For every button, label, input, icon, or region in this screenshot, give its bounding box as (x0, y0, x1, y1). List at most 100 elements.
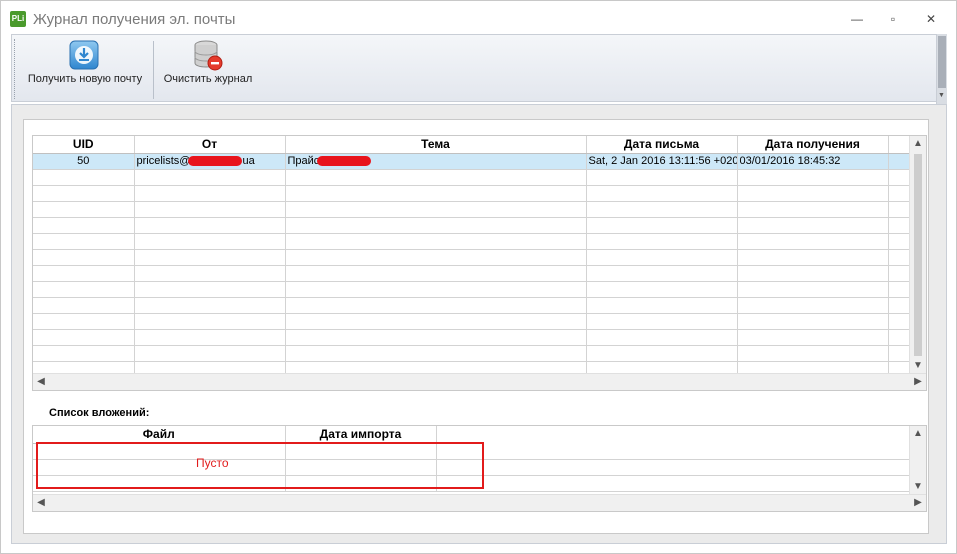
table-cell[interactable] (737, 233, 889, 250)
table-cell[interactable] (134, 217, 286, 234)
table-row[interactable]: 50 pricelists@ ua Прайс Sat, 2 Jan 2016 1… (33, 153, 911, 170)
table-cell[interactable] (134, 297, 286, 314)
scroll-up-icon[interactable]: ▲ (910, 426, 926, 442)
toolbar-scroll-thumb[interactable] (938, 36, 946, 88)
column-header-subject[interactable]: Тема (285, 136, 587, 154)
clear-log-button[interactable]: Очистить журнал (158, 35, 258, 101)
cell-subject[interactable]: Прайс (285, 153, 587, 170)
mail-grid-hscroll[interactable]: ◀ ▶ (33, 373, 926, 390)
table-row[interactable] (33, 233, 911, 250)
table-cell[interactable] (285, 217, 587, 234)
table-cell[interactable] (737, 329, 889, 346)
table-row[interactable] (33, 217, 911, 234)
column-header-uid[interactable]: UID (33, 136, 135, 154)
scroll-right-icon[interactable]: ▶ (910, 495, 926, 511)
get-new-mail-button[interactable]: Получить новую почту (20, 35, 150, 101)
table-cell[interactable] (285, 345, 587, 362)
table-cell[interactable] (33, 169, 135, 186)
table-cell[interactable] (586, 345, 738, 362)
table-cell[interactable] (134, 185, 286, 202)
column-header-mail-date[interactable]: Дата письма (586, 136, 738, 154)
table-cell[interactable] (134, 329, 286, 346)
table-cell[interactable] (737, 265, 889, 282)
cell-uid[interactable]: 50 (33, 153, 135, 170)
table-row[interactable] (33, 297, 911, 314)
column-header-received-date[interactable]: Дата получения (737, 136, 889, 154)
scroll-down-icon[interactable]: ▼ (910, 479, 926, 495)
table-cell[interactable] (285, 249, 587, 266)
table-cell[interactable] (134, 249, 286, 266)
table-cell[interactable] (586, 329, 738, 346)
table-cell[interactable] (33, 329, 135, 346)
table-row[interactable] (33, 249, 911, 266)
toolbar-scroll-down-icon[interactable]: ▼ (938, 92, 945, 99)
table-cell[interactable] (586, 233, 738, 250)
column-header-file[interactable]: Файл (33, 426, 286, 444)
table-row[interactable] (33, 185, 911, 202)
cell-mail-date[interactable]: Sat, 2 Jan 2016 13:11:56 +0200 (586, 153, 738, 170)
table-cell[interactable] (134, 265, 286, 282)
table-cell[interactable] (285, 201, 587, 218)
table-cell[interactable] (33, 265, 135, 282)
table-row[interactable] (33, 329, 911, 346)
table-cell[interactable] (285, 297, 587, 314)
table-cell[interactable] (285, 185, 587, 202)
table-cell[interactable] (285, 329, 587, 346)
table-cell[interactable] (737, 281, 889, 298)
table-cell[interactable] (134, 313, 286, 330)
table-cell[interactable] (737, 185, 889, 202)
table-cell[interactable] (33, 233, 135, 250)
table-cell[interactable] (586, 169, 738, 186)
scroll-up-icon[interactable]: ▲ (910, 136, 926, 152)
scroll-left-icon[interactable]: ◀ (33, 374, 49, 390)
table-cell[interactable] (586, 265, 738, 282)
table-cell[interactable] (586, 201, 738, 218)
mail-grid-vscroll[interactable]: ▲ ▼ (909, 136, 926, 374)
table-cell[interactable] (33, 185, 135, 202)
attachments-hscroll[interactable]: ◀ ▶ (33, 494, 926, 511)
table-cell[interactable] (586, 217, 738, 234)
maximize-button[interactable]: ▫ (885, 12, 901, 26)
table-cell[interactable] (737, 345, 889, 362)
table-cell[interactable] (134, 281, 286, 298)
table-cell[interactable] (586, 313, 738, 330)
table-cell[interactable] (134, 169, 286, 186)
table-cell[interactable] (737, 169, 889, 186)
table-row[interactable] (33, 313, 911, 330)
table-cell[interactable] (737, 217, 889, 234)
table-row[interactable] (33, 281, 911, 298)
minimize-button[interactable]: — (849, 12, 865, 26)
table-cell[interactable] (33, 201, 135, 218)
column-header-from[interactable]: От (134, 136, 286, 154)
table-cell[interactable] (737, 297, 889, 314)
cell-received-date[interactable]: 03/01/2016 18:45:32 (737, 153, 889, 170)
table-cell[interactable] (737, 249, 889, 266)
table-cell[interactable] (285, 313, 587, 330)
table-cell[interactable] (586, 281, 738, 298)
table-row[interactable] (33, 169, 911, 186)
table-cell[interactable] (33, 217, 135, 234)
cell-from[interactable]: pricelists@ ua (134, 153, 286, 170)
table-cell[interactable] (737, 313, 889, 330)
scroll-left-icon[interactable]: ◀ (33, 495, 49, 511)
table-cell[interactable] (33, 313, 135, 330)
table-cell[interactable] (586, 185, 738, 202)
table-cell[interactable] (33, 345, 135, 362)
table-cell[interactable] (134, 345, 286, 362)
toolbar-scrollbar[interactable]: ▼ (936, 34, 947, 104)
table-row[interactable] (33, 201, 911, 218)
column-header-import-date[interactable]: Дата импорта (285, 426, 437, 444)
scroll-thumb[interactable] (914, 154, 922, 356)
close-button[interactable]: ✕ (923, 12, 939, 26)
table-cell[interactable] (33, 281, 135, 298)
table-cell[interactable] (285, 265, 587, 282)
toolbar-grip[interactable] (14, 39, 17, 99)
table-row[interactable] (33, 265, 911, 282)
table-cell[interactable] (134, 233, 286, 250)
table-cell[interactable] (285, 281, 587, 298)
scroll-right-icon[interactable]: ▶ (910, 374, 926, 390)
table-cell[interactable] (33, 297, 135, 314)
table-cell[interactable] (33, 249, 135, 266)
scroll-down-icon[interactable]: ▼ (910, 358, 926, 374)
table-cell[interactable] (586, 249, 738, 266)
